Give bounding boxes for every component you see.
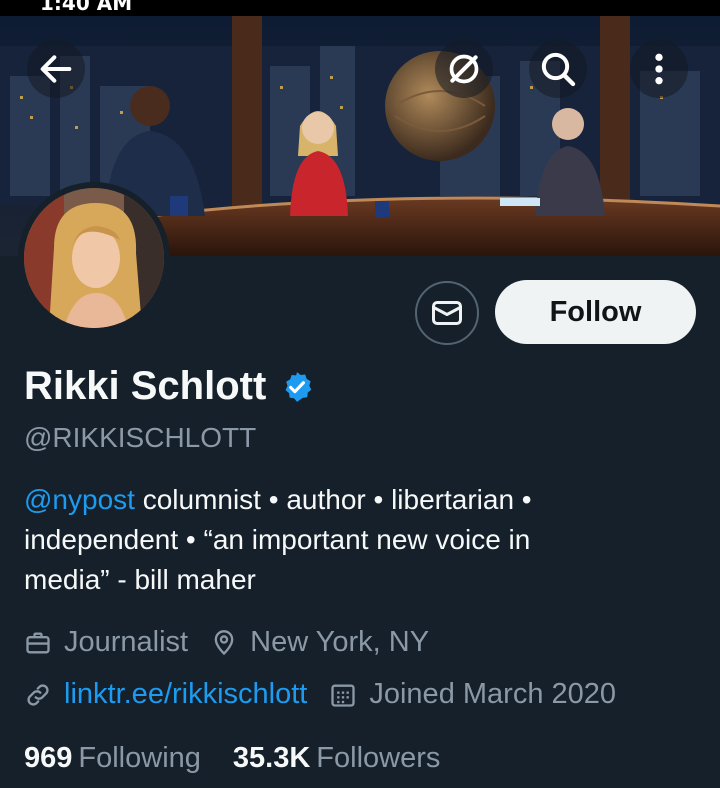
display-name: Rikki Schlott — [24, 364, 267, 408]
followers-label: Followers — [316, 742, 441, 774]
joined-text: Joined March 2020 — [369, 678, 617, 710]
profile-meta-row: Journalist New York, NY — [24, 626, 451, 659]
more-options-button[interactable] — [630, 40, 688, 98]
back-arrow-icon — [40, 55, 72, 83]
profile-meta-row-2: linktr.ee/rikkischlott Joined March 2020 — [24, 678, 638, 711]
bio-mention-link[interactable]: @nypost — [24, 484, 135, 515]
website-item[interactable]: linktr.ee/rikkischlott — [24, 678, 307, 711]
bio-line-1-text: columnist • author • libertarian • — [134, 484, 532, 515]
profile-handle: @RIKKISCHLOTT — [24, 422, 257, 453]
follow-button[interactable]: Follow — [495, 280, 696, 344]
briefcase-icon — [26, 632, 50, 653]
followers-count: 35.3K — [232, 742, 311, 774]
calendar-icon — [331, 684, 356, 707]
search-button[interactable] — [529, 40, 587, 98]
search-icon — [541, 52, 576, 87]
location-text: New York, NY — [250, 626, 430, 658]
following-label: Following — [78, 742, 201, 774]
location-item: New York, NY — [210, 626, 429, 659]
bio-line-2: independent • “an important new voice in — [24, 524, 531, 555]
profession-item: Journalist — [24, 626, 188, 659]
profile-avatar[interactable] — [18, 182, 170, 334]
envelope-icon — [432, 301, 462, 325]
profession-text: Journalist — [64, 626, 189, 658]
location-pin-icon — [214, 629, 234, 655]
message-button[interactable] — [415, 281, 479, 345]
link-icon — [27, 683, 49, 706]
profile-name-row: Rikki Schlott — [24, 364, 314, 409]
more-vertical-icon — [655, 53, 663, 85]
profile-stats: 969 Following 35.3K Followers — [24, 742, 472, 775]
following-stat[interactable]: 969 Following — [24, 742, 201, 775]
status-time: 1:40 AM — [40, 0, 133, 15]
back-button[interactable] — [27, 40, 85, 98]
verified-badge-icon[interactable] — [280, 370, 314, 404]
grok-button[interactable] — [435, 40, 493, 98]
avatar-image — [24, 188, 164, 328]
bio-line-3: media” - bill maher — [24, 564, 256, 595]
joined-item: Joined March 2020 — [329, 678, 616, 711]
following-count: 969 — [24, 742, 73, 774]
followers-stat[interactable]: 35.3K Followers — [233, 742, 440, 775]
grok-icon — [449, 54, 479, 84]
bio-line-1: @nypost columnist • author • libertarian… — [24, 480, 684, 520]
profile-bio: @nypost columnist • author • libertarian… — [24, 480, 684, 600]
status-bar: 1:40 AM — [0, 0, 720, 16]
website-link[interactable]: linktr.ee/rikkischlott — [64, 678, 307, 711]
